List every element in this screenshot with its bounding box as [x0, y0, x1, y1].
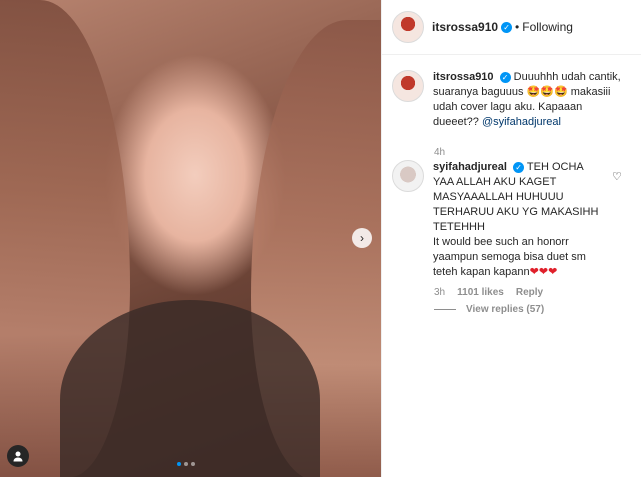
heart-icon[interactable]: ♡ — [612, 170, 622, 183]
reply-timestamp[interactable]: 3h — [434, 287, 445, 298]
verified-badge-icon: ✓ — [501, 21, 513, 33]
verified-badge-icon: ✓ — [499, 71, 511, 83]
caption-body: itsrossa910 ✓ Duuuhhh udah cantik, suara… — [433, 70, 623, 130]
caption-avatar[interactable] — [392, 70, 424, 102]
reply-username[interactable]: syifahadjureal — [433, 161, 507, 173]
author-avatar[interactable] — [392, 11, 424, 43]
reply-hearts: ❤❤❤ — [529, 266, 558, 278]
user-tag-button[interactable] — [7, 445, 29, 467]
carousel-dot — [191, 462, 195, 466]
caption-comment: itsrossa910 ✓ Duuuhhh udah cantik, suara… — [392, 70, 623, 130]
reply-text-2: It would bee such an honorr yaampun semo… — [433, 236, 586, 278]
user-icon — [13, 451, 23, 462]
chevron-right-icon: › — [360, 231, 364, 245]
post-media[interactable]: › — [0, 0, 381, 477]
author-username[interactable]: itsrossa910 — [432, 20, 498, 34]
reply-avatar[interactable] — [392, 160, 424, 192]
carousel-dot-active — [177, 462, 181, 466]
header-separator: • — [515, 20, 520, 34]
caption-mention-link[interactable]: @syifahadjureal — [482, 116, 561, 128]
carousel-dot — [184, 462, 188, 466]
caption-timestamp[interactable]: 4h — [434, 147, 445, 158]
reply-meta: 3h 1101 likes Reply — [434, 287, 543, 298]
reply-comment: syifahadjureal ✓ TEH OCHA YAA ALLAH AKU … — [392, 160, 603, 280]
reply-likes[interactable]: 1101 likes — [457, 287, 504, 298]
next-slide-button[interactable]: › — [352, 228, 372, 248]
carousel-dots — [177, 462, 195, 466]
post-header: itsrossa910 ✓ • Following — [382, 0, 641, 55]
verified-badge-icon: ✓ — [513, 161, 525, 173]
comments-panel: itsrossa910 ✓ • Following itsrossa910 ✓ … — [381, 0, 641, 477]
caption-username[interactable]: itsrossa910 — [433, 71, 494, 83]
view-replies-label: View replies (57) — [466, 304, 545, 315]
reply-button[interactable]: Reply — [516, 287, 543, 298]
reply-body: syifahadjureal ✓ TEH OCHA YAA ALLAH AKU … — [433, 160, 603, 280]
following-button[interactable]: Following — [522, 20, 573, 34]
view-replies-button[interactable]: View replies (57) — [434, 304, 544, 315]
view-replies-line — [434, 309, 456, 310]
